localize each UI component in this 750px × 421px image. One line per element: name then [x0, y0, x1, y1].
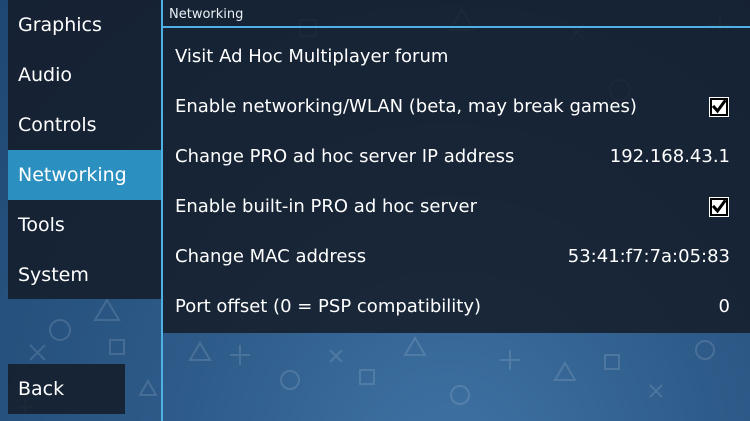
row-label: Change MAC address [175, 246, 367, 267]
category-sidebar: Graphics Audio Controls Networking Tools… [8, 0, 161, 299]
section-divider [163, 26, 750, 28]
mac-address-value: 53:41:f7:7a:05:83 [567, 246, 730, 267]
sidebar-item-audio[interactable]: Audio [8, 50, 161, 100]
enable-networking-row[interactable]: Enable networking/WLAN (beta, may break … [163, 82, 750, 132]
checkbox-checked-icon[interactable] [708, 196, 730, 218]
server-ip-value: 192.168.43.1 [609, 146, 730, 167]
settings-panel: Networking Visit Ad Hoc Multiplayer foru… [163, 0, 750, 333]
port-offset-value: 0 [718, 296, 730, 317]
adhoc-forum-link-row[interactable]: Visit Ad Hoc Multiplayer forum [163, 32, 750, 82]
row-label: Enable networking/WLAN (beta, may break … [175, 96, 637, 117]
enable-builtin-server-row[interactable]: Enable built-in PRO ad hoc server [163, 182, 750, 232]
section-header: Networking [169, 7, 244, 22]
sidebar-item-networking[interactable]: Networking [8, 150, 161, 200]
server-ip-row[interactable]: Change PRO ad hoc server IP address 192.… [163, 132, 750, 182]
row-label: Visit Ad Hoc Multiplayer forum [175, 46, 449, 67]
row-label: Change PRO ad hoc server IP address [175, 146, 515, 167]
checkbox-checked-icon[interactable] [708, 96, 730, 118]
sidebar-item-tools[interactable]: Tools [8, 200, 161, 250]
row-label: Enable built-in PRO ad hoc server [175, 196, 478, 217]
mac-address-row[interactable]: Change MAC address 53:41:f7:7a:05:83 [163, 232, 750, 282]
sidebar-item-system[interactable]: System [8, 250, 161, 300]
port-offset-row[interactable]: Port offset (0 = PSP compatibility) 0 [163, 282, 750, 332]
sidebar-item-controls[interactable]: Controls [8, 100, 161, 150]
sidebar-item-graphics[interactable]: Graphics [8, 0, 161, 50]
row-label: Port offset (0 = PSP compatibility) [175, 296, 482, 317]
back-button[interactable]: Back [8, 364, 125, 414]
